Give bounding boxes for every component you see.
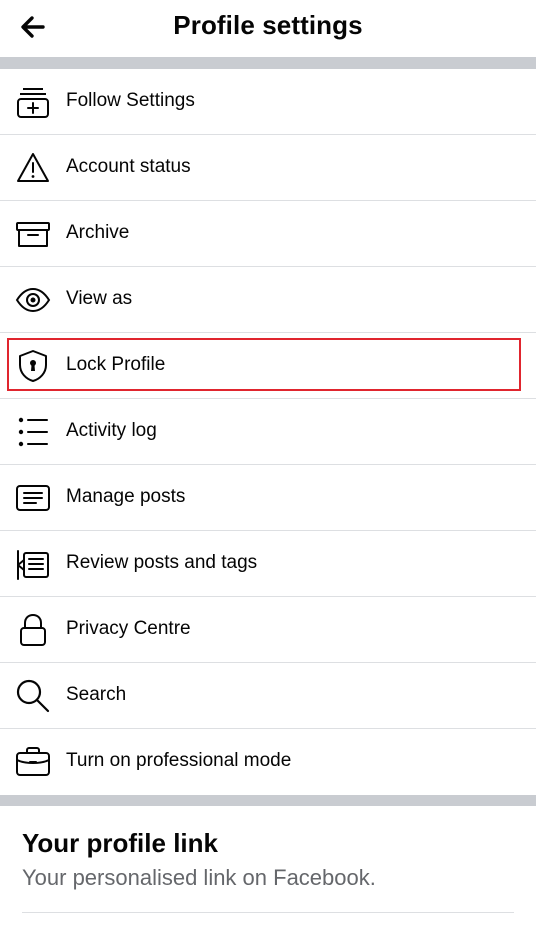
list-icon — [15, 414, 51, 450]
menu-item-review-posts[interactable]: Review posts and tags — [0, 531, 536, 597]
menu-item-label: Turn on professional mode — [66, 750, 292, 771]
menu-item-label: Lock Profile — [66, 354, 166, 375]
menu-item-label: Account status — [66, 156, 191, 177]
header-bar: Profile settings — [0, 0, 536, 57]
menu-item-label: Archive — [66, 222, 130, 243]
menu-item-follow-settings[interactable]: Follow Settings — [0, 69, 536, 135]
manage-posts-icon — [15, 480, 51, 516]
briefcase-icon — [15, 744, 51, 780]
menu-item-privacy-centre[interactable]: Privacy Centre — [0, 597, 536, 663]
archive-box-icon — [15, 216, 51, 252]
menu-item-lock-profile[interactable]: Lock Profile — [0, 333, 536, 399]
menu-item-search[interactable]: Search — [0, 663, 536, 729]
warning-triangle-icon — [15, 150, 51, 186]
menu-item-label: Privacy Centre — [66, 618, 191, 639]
section-divider — [0, 795, 536, 806]
menu-item-view-as[interactable]: View as — [0, 267, 536, 333]
follow-settings-icon — [15, 84, 51, 120]
profile-link-section: Your profile link Your personalised link… — [0, 806, 536, 933]
menu-item-label: Manage posts — [66, 486, 186, 507]
menu-item-label: Search — [66, 684, 127, 705]
menu-item-label: Review posts and tags — [66, 552, 258, 573]
shield-lock-icon — [15, 348, 51, 384]
review-posts-icon — [15, 546, 51, 582]
padlock-icon — [15, 612, 51, 648]
menu-item-label: Activity log — [66, 420, 157, 441]
profile-link-title: Your profile link — [22, 828, 218, 858]
divider — [22, 912, 514, 913]
eye-icon — [15, 282, 51, 318]
menu-item-professional-mode[interactable]: Turn on professional mode — [0, 729, 536, 795]
menu-item-account-status[interactable]: Account status — [0, 135, 536, 201]
page-title: Profile settings — [173, 10, 363, 40]
menu-item-manage-posts[interactable]: Manage posts — [0, 465, 536, 531]
menu-item-activity-log[interactable]: Activity log — [0, 399, 536, 465]
menu-item-label: Follow Settings — [66, 90, 195, 111]
menu-item-archive[interactable]: Archive — [0, 201, 536, 267]
menu-item-label: View as — [66, 288, 133, 309]
section-divider — [0, 57, 536, 69]
profile-link-subtitle: Your personalised link on Facebook. — [22, 865, 376, 890]
search-icon — [15, 678, 51, 714]
settings-menu: Follow Settings Account status Archive V… — [0, 69, 536, 795]
